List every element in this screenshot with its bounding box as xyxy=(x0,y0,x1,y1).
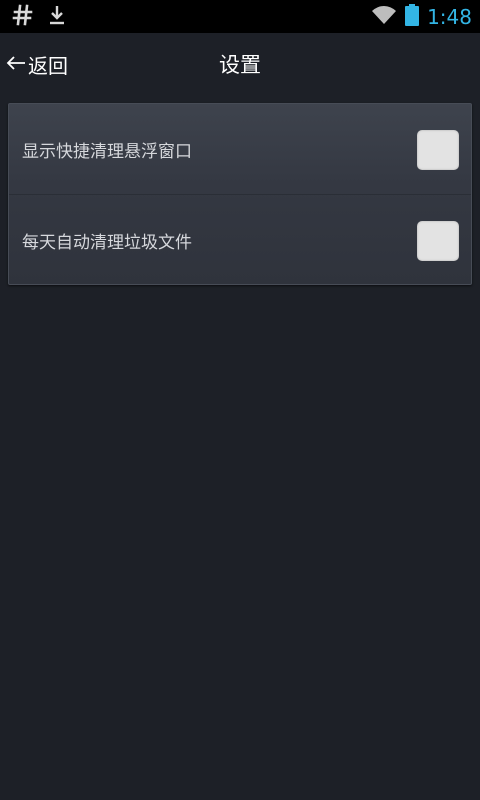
setting-floating-window[interactable]: 显示快捷清理悬浮窗口 xyxy=(9,104,471,194)
wifi-icon xyxy=(371,5,397,29)
back-button[interactable]: 返回 xyxy=(6,33,68,95)
setting-label: 显示快捷清理悬浮窗口 xyxy=(22,141,192,162)
status-bar: 1:48 xyxy=(0,0,480,33)
back-label: 返回 xyxy=(28,53,68,78)
title-bar: 设置 返回 xyxy=(0,33,480,95)
battery-icon xyxy=(405,3,420,30)
download-icon xyxy=(48,4,66,30)
back-arrow-icon xyxy=(6,52,26,76)
setting-label: 每天自动清理垃圾文件 xyxy=(22,232,192,253)
floating-window-checkbox[interactable] xyxy=(417,130,459,170)
hash-icon xyxy=(12,4,34,30)
page-title: 设置 xyxy=(219,53,261,77)
settings-panel: 显示快捷清理悬浮窗口 每天自动清理垃圾文件 xyxy=(8,103,472,285)
auto-clean-checkbox[interactable] xyxy=(417,221,459,261)
setting-auto-clean[interactable]: 每天自动清理垃圾文件 xyxy=(9,195,471,285)
clock: 1:48 xyxy=(427,4,472,29)
